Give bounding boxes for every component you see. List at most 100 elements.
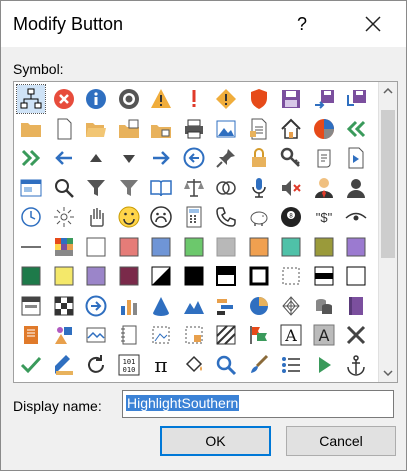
cancel-button[interactable]: Cancel xyxy=(286,426,396,456)
double-right-green-icon[interactable] xyxy=(17,144,45,172)
hand-icon[interactable] xyxy=(82,203,110,231)
checkmark-icon[interactable] xyxy=(17,351,45,379)
paint-bucket-icon[interactable] xyxy=(180,351,208,379)
shapes-icon[interactable] xyxy=(50,321,78,349)
phone-icon[interactable] xyxy=(212,203,240,231)
key-icon[interactable] xyxy=(277,144,305,172)
arrow-right-blue-icon[interactable] xyxy=(147,144,175,172)
lavender-square-icon[interactable] xyxy=(82,262,110,290)
blank-page-icon[interactable] xyxy=(50,115,78,143)
stop-gray-icon[interactable] xyxy=(115,85,143,113)
cone-icon[interactable] xyxy=(147,292,175,320)
top-bar-square-icon[interactable] xyxy=(212,262,240,290)
orange-book-icon[interactable] xyxy=(17,321,45,349)
save-disk-icon[interactable] xyxy=(277,85,305,113)
scroll-up-button[interactable] xyxy=(379,82,397,100)
header-bar-icon[interactable] xyxy=(17,292,45,320)
clock-icon[interactable] xyxy=(17,203,45,231)
flags-icon[interactable] xyxy=(245,321,273,349)
save-swap-icon[interactable] xyxy=(310,85,338,113)
person-tie-icon[interactable] xyxy=(310,174,338,202)
green-square-icon[interactable] xyxy=(180,233,208,261)
binary-icon[interactable]: 101 010 xyxy=(115,351,143,379)
book-open-icon[interactable] xyxy=(147,174,175,202)
form-icon[interactable] xyxy=(17,174,45,202)
arrow-left-blue-icon[interactable] xyxy=(50,144,78,172)
padlock-icon[interactable] xyxy=(245,144,273,172)
filter-clear-icon[interactable] xyxy=(115,174,143,202)
exclamation-red-icon[interactable] xyxy=(180,85,208,113)
piggy-bank-icon[interactable] xyxy=(245,203,273,231)
folder-new-icon[interactable] xyxy=(147,115,175,143)
double-left-green-icon[interactable] xyxy=(342,115,370,143)
salmon-square-icon[interactable] xyxy=(115,233,143,261)
warning-triangle-icon[interactable] xyxy=(147,85,175,113)
letter-a-gray-icon[interactable]: A xyxy=(310,321,338,349)
rings-icon[interactable] xyxy=(212,174,240,202)
pie-outline-icon[interactable] xyxy=(245,292,273,320)
mosaic-icon[interactable] xyxy=(50,233,78,261)
maroon-square-icon[interactable] xyxy=(115,262,143,290)
search-blue-icon[interactable] xyxy=(212,351,240,379)
line-picture-icon[interactable] xyxy=(82,321,110,349)
scales-icon[interactable] xyxy=(180,174,208,202)
folder-icon[interactable] xyxy=(17,115,45,143)
bold-outline-square-icon[interactable] xyxy=(245,262,273,290)
info-circle-blue-icon[interactable] xyxy=(82,85,110,113)
white-square-icon[interactable] xyxy=(82,233,110,261)
home-icon[interactable] xyxy=(277,115,305,143)
bullet-list-icon[interactable] xyxy=(277,351,305,379)
purple-square-icon[interactable] xyxy=(342,233,370,261)
magnifier-icon[interactable] xyxy=(50,174,78,202)
arrow-left-circle-icon[interactable] xyxy=(180,144,208,172)
black-square-icon[interactable] xyxy=(180,262,208,290)
calculator-icon[interactable] xyxy=(180,203,208,231)
line-icon[interactable] xyxy=(17,233,45,261)
play-green-icon[interactable] xyxy=(310,351,338,379)
dotted-picture-icon[interactable] xyxy=(147,321,175,349)
shield-red-icon[interactable] xyxy=(245,85,273,113)
ok-button[interactable]: OK xyxy=(160,426,271,456)
stop-circle-red-icon[interactable] xyxy=(50,85,78,113)
dark-green-square-icon[interactable] xyxy=(17,262,45,290)
smiley-icon[interactable] xyxy=(115,203,143,231)
microphone-icon[interactable] xyxy=(245,174,273,202)
scroll-down-button[interactable] xyxy=(379,364,397,382)
scroll-thumb[interactable] xyxy=(381,110,395,258)
help-button[interactable]: ? xyxy=(289,11,315,37)
olive-square-icon[interactable] xyxy=(310,233,338,261)
web-icon[interactable] xyxy=(277,292,305,320)
thin-outline-square-icon[interactable] xyxy=(342,262,370,290)
arrow-circle-right-icon[interactable] xyxy=(82,292,110,320)
letter-a-outline-icon[interactable]: A xyxy=(277,321,305,349)
save-arrow-icon[interactable] xyxy=(342,85,370,113)
eight-ball-icon[interactable]: 8 xyxy=(277,203,305,231)
folder-move-icon[interactable] xyxy=(115,115,143,143)
yellow-square-icon[interactable] xyxy=(50,262,78,290)
checker-icon[interactable] xyxy=(50,292,78,320)
vertical-scrollbar[interactable] xyxy=(378,82,397,382)
scroll-icon[interactable] xyxy=(310,144,338,172)
dotted-square-icon[interactable] xyxy=(277,262,305,290)
orange-square-icon[interactable] xyxy=(245,233,273,261)
folder-open-icon[interactable] xyxy=(82,115,110,143)
cross-tools-icon[interactable] xyxy=(342,321,370,349)
picture-icon[interactable] xyxy=(212,115,240,143)
speaker-mute-icon[interactable] xyxy=(277,174,305,202)
printer-icon[interactable] xyxy=(180,115,208,143)
blue-square-icon[interactable] xyxy=(147,233,175,261)
gray-square-icon[interactable] xyxy=(212,233,240,261)
dollar-quote-icon[interactable]: "$" xyxy=(310,203,338,231)
pi-icon[interactable]: π xyxy=(147,351,175,379)
pushpin-icon[interactable] xyxy=(212,144,240,172)
anchor-icon[interactable] xyxy=(342,351,370,379)
refresh-icon[interactable] xyxy=(82,351,110,379)
brush-icon[interactable] xyxy=(245,351,273,379)
org-chart-icon[interactable] xyxy=(16,84,46,114)
document-lines-icon[interactable] xyxy=(245,115,273,143)
close-button[interactable] xyxy=(356,9,390,39)
person-silhouette-icon[interactable] xyxy=(342,174,370,202)
dotted-square-orange-icon[interactable] xyxy=(180,321,208,349)
middle-bar-square-icon[interactable] xyxy=(310,262,338,290)
sparkle-icon[interactable] xyxy=(50,203,78,231)
